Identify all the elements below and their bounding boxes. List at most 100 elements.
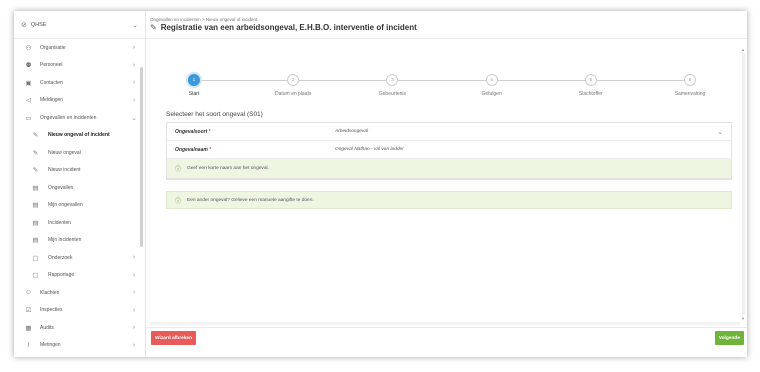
sidebar-item[interactable]: ☑ Inspecties › [14,302,145,320]
step-label: Slachtoffer [578,91,603,97]
sidebar-item-label: Audits [40,324,54,331]
sidebar-item-label: Organisatie [40,44,66,51]
smiley-icon: ☺ [25,289,32,297]
scroll-up-icon[interactable]: ▲ [741,47,745,52]
chevron-right-icon[interactable]: › [131,79,137,86]
sidebar-item[interactable]: ▣ Contacten › [14,74,145,92]
sidebar-item-label: Ongevallen en incidenten [40,114,97,121]
sidebar-item[interactable]: ▤ Mijn incidenten [14,232,145,250]
chevron-down-icon: ⌄ [132,21,138,29]
sidebar-item[interactable]: ⌇ Metingen › [14,337,145,355]
chevron-down-icon[interactable]: ⌄ [717,128,723,136]
document-icon: ▤ [32,184,39,192]
section-title: Selecteer het soort ongeval (S01) [166,111,263,118]
chevron-right-icon[interactable]: › [131,44,137,51]
step-label: Samenvatting [674,91,706,97]
sidebar-item-label: Klachten [40,289,60,296]
wizard-step[interactable]: 5 Slachtoffer [551,74,631,97]
calendar-icon: ▦ [25,324,32,332]
hint-box: ⓘ Geef een korte naam aan het ongeval. [167,159,731,179]
ambulance-icon: ▭ [25,114,32,122]
sidebar-item[interactable]: ⚉ Personeel › [14,57,145,75]
chevron-right-icon[interactable]: › [131,254,137,261]
sidebar-item[interactable]: ▤ Incidenten [14,214,145,232]
chevron-right-icon[interactable]: › [131,324,137,331]
sidebar-item[interactable]: ✎ Nieuw ongeval [14,144,145,162]
chevron-right-icon[interactable]: › [131,62,137,69]
ongevalnaam-label: Ongevalnaam * [175,146,212,153]
cancel-wizard-button[interactable]: Wizard afbreken [151,331,197,345]
chevron-right-icon[interactable]: › [131,307,137,314]
contacts-icon: ▣ [25,79,32,87]
megaphone-icon: ◁ [26,97,31,105]
sidebar-item[interactable]: ✎ Nieuw ongeval of incident [14,127,145,145]
ongevalsoort-row[interactable]: Ongevalsoort * Arbeidsongeval ⌄ [167,123,731,141]
sidebar: ⊘ QHSE ⌄ ⚇ Organisatie › ⚉ Personeel › ▣ Contac… [14,11,146,357]
ongevalsoort-select[interactable]: Arbeidsongeval [335,129,717,134]
wizard-step[interactable]: 2 Datum en plaats [253,74,333,97]
next-button[interactable]: Volgende [714,331,744,345]
sidebar-item[interactable]: ▢ Rapportage › [14,267,145,285]
sidebar-item-label: Ongevallen [48,184,74,191]
chevron-right-icon[interactable]: › [131,342,137,349]
document-icon: ▤ [32,219,39,227]
scroll-down-icon[interactable]: ▼ [741,316,745,321]
sidebar-item-label: Meldingen [40,97,64,104]
sidebar-item[interactable]: ▢ Onderzoek › [14,249,145,267]
ongevalnaam-row: Ongevalnaam * Ongeval Nathan - val van l… [167,141,731,159]
breadcrumb[interactable]: Ongevallen en incidenten > Nieuw ongeval… [150,17,257,22]
step-number: 2 [287,74,300,86]
sidebar-item-label: Rapportage [48,272,75,279]
people-icon: ⚉ [25,62,32,70]
sidebar-item[interactable]: ▤ Ongevallen [14,179,145,197]
sidebar-item-label: Inspecties [40,307,63,314]
horizontal-scrollbar[interactable] [150,322,740,325]
sidebar-item-label: Personeel [40,62,63,69]
chevron-right-icon[interactable]: › [131,289,137,296]
step-label: Datum en plaats [274,91,312,97]
page-title: Registratie van een arbeidsongeval, E.H.… [160,23,417,32]
hint-text: Geef een korte naam aan het ongeval. [187,166,269,171]
folder-icon: ▢ [32,272,39,280]
step-number: 6 [684,74,696,86]
wizard-step[interactable]: 6 Samenvatting [650,74,730,97]
checkbox-icon: ☑ [25,307,32,315]
notice-box: ⓘ Een ander ongeval? Gelieve een manuele… [166,191,732,209]
globe-icon: ⊘ [21,21,27,29]
info-icon: ⓘ [175,198,182,205]
step-number: 1 [188,74,200,86]
main-scrollbar[interactable]: ▲ ▼ [741,47,745,321]
step-number: 5 [584,74,597,86]
sidebar-item[interactable]: ◁ Meldingen › [14,92,145,110]
sidebar-item[interactable]: ▤ Mijn ongevallen [14,197,145,215]
document-icon: ▤ [32,202,39,210]
sidebar-item[interactable]: ▦ Audits › [14,319,145,337]
chevron-right-icon[interactable]: › [131,97,137,104]
chevron-down-icon[interactable]: ⌄ [131,114,137,122]
wizard-footer: Wizard afbreken Volgende [146,327,747,357]
wizard-step[interactable]: 3 Gebeurtenis [352,74,432,97]
sidebar-item-label: Mijn ongevallen [48,202,83,209]
ongevalnaam-input[interactable]: Ongeval Nathan - val van ladder [335,147,723,152]
sidebar-item-label: Mijn incidenten [48,237,82,244]
sidebar-item[interactable]: ☺ Klachten › [14,284,145,302]
page-header: Ongevallen en incidenten > Nieuw ongeval… [146,11,747,39]
sidebar-item[interactable]: ▭ Ongevallen en incidenten ⌄ [14,109,145,127]
step-label: Start [188,91,200,97]
brand-selector[interactable]: ⊘ QHSE ⌄ [14,11,145,39]
sidebar-item-label: Incidenten [48,219,72,226]
sidebar-item[interactable]: ⚇ Organisatie › [14,39,145,57]
sidebar-item[interactable]: ✎ Nieuw incident [14,162,145,180]
document-icon: ▤ [32,237,39,245]
sidebar-menu: ⚇ Organisatie › ⚉ Personeel › ▣ Contacten › ◁ Meld… [14,39,145,354]
step-label: Getuigen [481,91,502,97]
wizard-step[interactable]: 4 Getuigen [452,74,532,97]
wizard-step[interactable]: 1 Start [154,74,234,97]
accident-form: Ongevalsoort * Arbeidsongeval ⌄ Ongevaln… [166,122,732,180]
chevron-right-icon[interactable]: › [131,272,137,279]
sidebar-item-label: Onderzoek [48,254,73,261]
sidebar-scrollbar[interactable] [140,67,143,247]
sidebar-item-label: Nieuw incident [48,167,81,174]
info-icon: ⓘ [175,167,182,173]
step-number: 4 [485,74,498,86]
